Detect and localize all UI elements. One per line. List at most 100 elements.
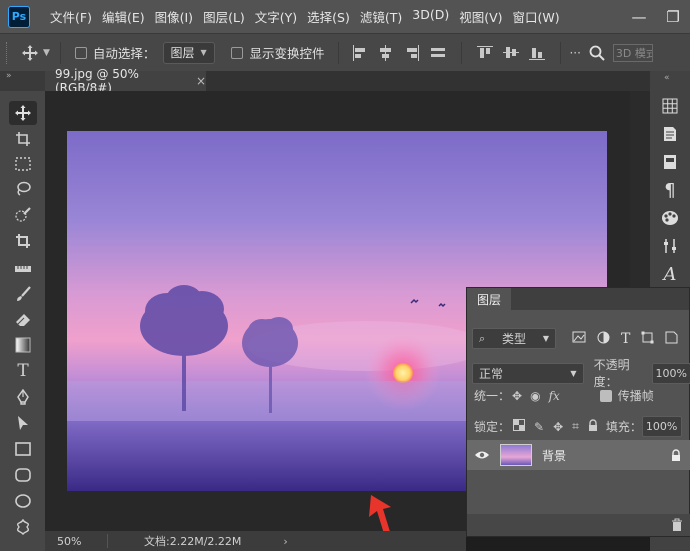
options-bar: ▼ 自动选择： 图层 ▼ 显示变换控件 ··· 3D 模式 — [0, 33, 690, 71]
fill-label: 填充： — [605, 420, 642, 434]
separator — [461, 41, 463, 64]
properties-icon[interactable] — [659, 123, 681, 145]
filter-smart-object-icon[interactable] — [665, 331, 678, 347]
3d-mode-label: 3D 模式 — [612, 43, 653, 62]
fill-input[interactable]: 100% — [641, 416, 682, 437]
menu-layer[interactable]: 图层(L) — [198, 7, 250, 26]
rounded-rectangle-tool-icon[interactable] — [9, 463, 37, 487]
align-bottom-edges-icon[interactable] — [528, 44, 546, 62]
opacity-input[interactable]: 100% — [651, 362, 690, 384]
move-tool-preset-icon[interactable] — [21, 44, 39, 62]
align-top-edges-icon[interactable] — [476, 44, 494, 62]
unify-row: 统一： ✥ ◉ fx 传播帧 — [467, 387, 690, 404]
layer-row[interactable]: 背景 — [467, 440, 690, 470]
chevron-down-icon: ▼ — [570, 368, 577, 378]
unify-visibility-icon[interactable]: ◉ — [530, 389, 540, 403]
path-select-tool-icon[interactable] — [9, 411, 37, 435]
menu-items: 文件(F) 编辑(E) 图像(I) 图层(L) 文字(Y) 选择(S) 滤镜(T… — [45, 7, 565, 26]
ellipse-tool-icon[interactable] — [9, 489, 37, 513]
menu-select[interactable]: 选择(S) — [302, 7, 355, 26]
artboard-tool-icon[interactable] — [9, 127, 37, 151]
zoom-level[interactable]: 50% — [57, 535, 107, 548]
blend-opacity-row: 正常 ▼ 不透明度： 100% — [467, 356, 690, 390]
lock-artboard-icon[interactable]: ⌗ — [572, 419, 579, 434]
document-tabs: 99.jpg @ 50%(RGB/8#) × — [45, 67, 650, 95]
ruler-tool-icon[interactable] — [9, 257, 37, 281]
custom-shape-tool-icon[interactable] — [9, 515, 37, 539]
more-options-icon[interactable]: ··· — [569, 46, 580, 60]
gradient-tool-icon[interactable] — [9, 333, 37, 357]
libraries-icon[interactable] — [659, 151, 681, 173]
menu-bar: Ps 文件(F) 编辑(E) 图像(I) 图层(L) 文字(Y) 选择(S) 滤… — [0, 0, 690, 33]
propagate-frame-label: 传播帧 — [617, 389, 654, 403]
align-right-edges-icon[interactable] — [403, 44, 421, 62]
unify-position-icon[interactable]: ✥ — [512, 389, 522, 403]
auto-select-checkbox[interactable] — [74, 46, 87, 59]
chevron-down-icon[interactable]: ▼ — [43, 48, 50, 58]
lock-all-icon[interactable] — [588, 419, 598, 434]
type-tool-icon[interactable]: T — [9, 359, 37, 383]
quick-select-tool-icon[interactable] — [9, 203, 37, 227]
align-vertical-centers-icon[interactable] — [502, 44, 520, 62]
menu-3d[interactable]: 3D(D) — [407, 7, 454, 26]
close-icon[interactable]: × — [196, 74, 206, 88]
restore-button[interactable]: ❐ — [656, 8, 690, 26]
layers-panel-footer — [467, 514, 690, 536]
swatches-icon[interactable] — [659, 207, 681, 229]
photoshop-logo: Ps — [8, 5, 30, 28]
separator — [107, 534, 108, 548]
filter-shape-icon[interactable] — [641, 331, 654, 347]
crop-tool-icon[interactable] — [9, 229, 37, 253]
pen-tool-icon[interactable] — [9, 385, 37, 409]
layer-filter-value: 类型 — [502, 332, 527, 346]
document-tab[interactable]: 99.jpg @ 50%(RGB/8#) × — [45, 67, 206, 95]
filter-adjustment-icon[interactable] — [597, 331, 610, 347]
menu-edit[interactable]: 编辑(E) — [97, 7, 150, 26]
unify-label: 统一： — [474, 389, 511, 403]
lock-transparent-icon[interactable] — [513, 419, 526, 434]
blend-mode-dropdown[interactable]: 正常 ▼ — [472, 362, 584, 384]
unify-style-icon[interactable]: fx — [549, 389, 560, 403]
paragraph-icon[interactable]: ¶ — [659, 179, 681, 201]
lock-image-icon[interactable]: ✎ — [534, 420, 544, 434]
menu-filter[interactable]: 滤镜(T) — [355, 7, 407, 26]
auto-select-target-dropdown[interactable]: 图层 ▼ — [163, 41, 216, 64]
layer-filter-dropdown[interactable]: ⌕ 类型 ▼ — [472, 328, 556, 349]
toolbar-collapse-handle[interactable]: » — [0, 71, 45, 91]
propagate-frame-checkbox[interactable] — [599, 389, 612, 402]
tab-layers[interactable]: 图层 — [467, 288, 511, 310]
lasso-tool-icon[interactable] — [9, 177, 37, 201]
status-bar: 50% 文档:2.22M/2.22M › — [45, 531, 466, 551]
brush-tool-icon[interactable] — [9, 282, 37, 306]
menu-window[interactable]: 窗口(W) — [508, 7, 565, 26]
menu-file[interactable]: 文件(F) — [45, 7, 97, 26]
distribute-icon[interactable] — [429, 44, 447, 62]
dock-collapse-handle[interactable]: « — [664, 73, 670, 83]
delete-layer-icon[interactable] — [671, 518, 683, 535]
align-horizontal-centers-icon[interactable] — [377, 44, 395, 62]
marquee-tool-icon[interactable] — [9, 152, 37, 176]
move-tool-icon[interactable] — [9, 101, 37, 125]
menu-image[interactable]: 图像(I) — [150, 7, 198, 26]
filter-type-icon[interactable]: T — [621, 331, 630, 347]
minimize-button[interactable]: — — [622, 8, 656, 26]
rectangle-tool-icon[interactable] — [9, 437, 37, 461]
filter-pixel-icon[interactable] — [572, 331, 586, 346]
blend-mode-value: 正常 — [479, 366, 504, 381]
history-icon[interactable] — [659, 95, 681, 117]
lock-icon — [671, 449, 681, 464]
opacity-label: 不透明度： — [593, 358, 630, 389]
menu-type[interactable]: 文字(Y) — [250, 7, 302, 26]
visibility-eye-icon[interactable] — [474, 450, 490, 460]
character-icon[interactable]: A — [659, 263, 681, 285]
show-transform-checkbox[interactable] — [231, 46, 244, 59]
document-info: 文档:2.22M/2.22M — [144, 535, 242, 548]
align-left-edges-icon[interactable] — [351, 44, 369, 62]
search-icon[interactable] — [589, 45, 605, 61]
eraser-tool-icon[interactable] — [9, 308, 37, 332]
chevron-right-icon[interactable]: › — [283, 535, 287, 548]
menu-view[interactable]: 视图(V) — [454, 7, 507, 26]
separator — [59, 41, 61, 64]
lock-position-icon[interactable]: ✥ — [553, 420, 563, 434]
adjustments-icon[interactable] — [659, 235, 681, 257]
